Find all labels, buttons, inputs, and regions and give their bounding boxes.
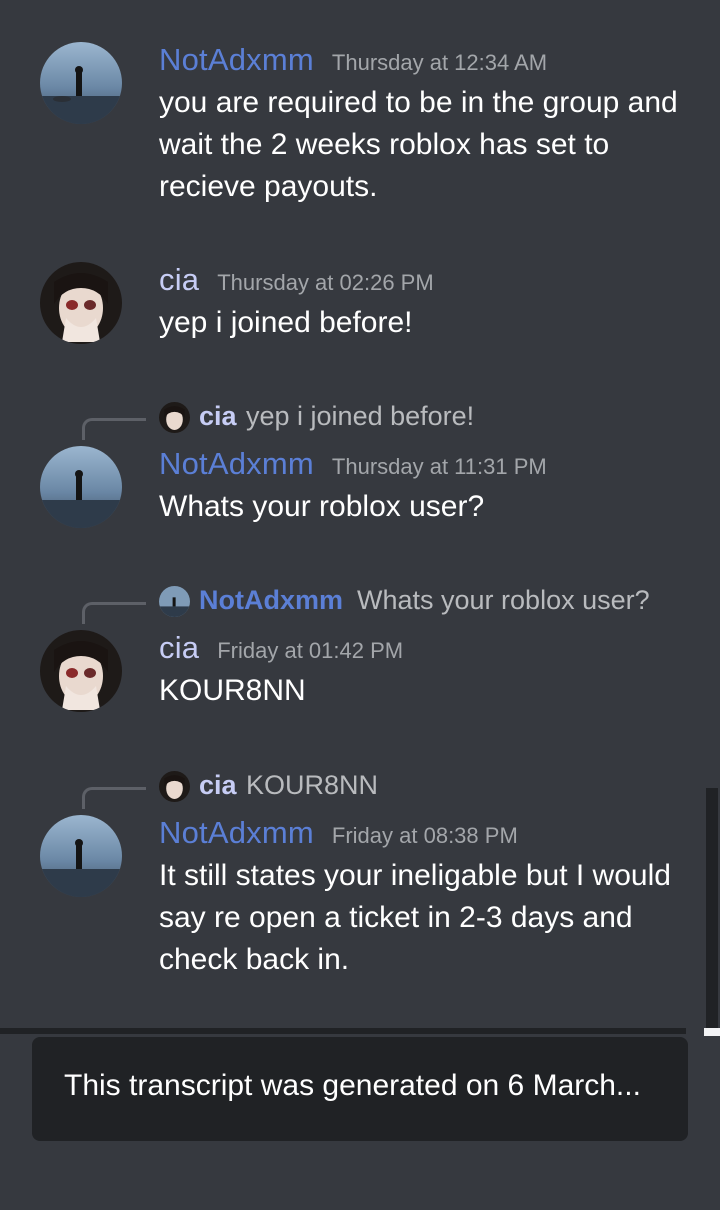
reply-text: yep i joined before!	[246, 401, 475, 431]
cia-avatar[interactable]	[40, 262, 122, 344]
message-text: It still states your ineligable but I wo…	[159, 859, 671, 976]
reply-author: cia	[199, 401, 237, 431]
notadxmm-avatar[interactable]	[40, 42, 122, 124]
message-text: Whats your roblox user?	[159, 490, 485, 523]
author-name[interactable]: NotAdxmm	[159, 815, 314, 851]
timestamp: Thursday at 12:34 AM	[331, 50, 548, 75]
transcript-notice: This transcript was generated on 6 March…	[32, 1037, 688, 1141]
timestamp: Friday at 08:38 PM	[331, 823, 518, 848]
author-name[interactable]: NotAdxmm	[159, 42, 314, 78]
message-text: KOUR8NN	[159, 674, 306, 707]
transcript-notice-text: This transcript was generated on 6 March…	[64, 1069, 641, 1102]
author-name[interactable]: cia	[159, 262, 199, 298]
scrollbar[interactable]	[706, 788, 718, 1030]
notadxmm-mini-avatar	[159, 586, 190, 617]
notadxmm-avatar[interactable]	[40, 815, 122, 897]
timestamp: Thursday at 02:26 PM	[217, 270, 434, 295]
reply-author: NotAdxmm	[199, 585, 344, 615]
notadxmm-avatar[interactable]	[40, 446, 122, 528]
author-name[interactable]: cia	[159, 630, 199, 666]
message-text: you are required to be in the group and …	[159, 86, 678, 203]
reply-spine	[82, 602, 146, 624]
timestamp: Friday at 01:42 PM	[217, 638, 404, 663]
scrollbar-thumb[interactable]	[704, 1028, 720, 1036]
timestamp: Thursday at 11:31 PM	[331, 454, 547, 479]
reply-spine	[82, 418, 146, 440]
author-name[interactable]: NotAdxmm	[159, 446, 314, 482]
reply-spine	[82, 787, 146, 809]
reply-reference[interactable]: NotAdxmm Whats your roblox user?	[0, 584, 720, 624]
reply-text: KOUR8NN	[246, 770, 379, 800]
cia-avatar[interactable]	[40, 630, 122, 712]
cia-mini-avatar	[159, 402, 190, 433]
reply-text: Whats your roblox user?	[357, 585, 650, 615]
divider	[0, 1028, 686, 1034]
reply-author: cia	[199, 770, 237, 800]
reply-reference[interactable]: cia KOUR8NN	[0, 769, 720, 809]
cia-mini-avatar	[159, 771, 190, 802]
message-text: yep i joined before!	[159, 306, 413, 339]
reply-reference[interactable]: cia yep i joined before!	[0, 400, 720, 440]
